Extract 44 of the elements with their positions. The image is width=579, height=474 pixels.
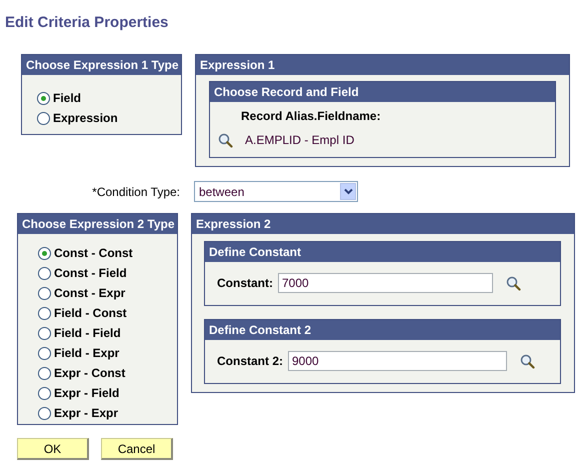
field-value: A.EMPLID - Empl ID xyxy=(245,132,354,149)
field-label: Constant: xyxy=(217,275,273,292)
radio-icon[interactable] xyxy=(38,306,51,320)
panel-header: Choose Expression 1 Type xyxy=(22,55,181,75)
panel-header: Define Constant 2 xyxy=(205,320,560,340)
radio-icon[interactable] xyxy=(38,406,51,420)
radio-option[interactable]: Const - Const xyxy=(38,243,177,263)
page-title: Edit Criteria Properties xyxy=(5,14,170,31)
search-icon[interactable] xyxy=(506,276,521,290)
radio-icon[interactable] xyxy=(38,366,51,380)
radio-option[interactable]: Expr - Const xyxy=(38,363,177,383)
radio-option[interactable]: Field - Expr xyxy=(38,343,177,363)
radio-icon[interactable] xyxy=(38,286,51,300)
field-label: *Condition Type: xyxy=(91,184,180,200)
radio-option[interactable]: Field xyxy=(37,88,181,108)
search-icon[interactable] xyxy=(218,132,233,148)
radio-selected-icon[interactable] xyxy=(37,92,50,104)
field-label: Constant 2: xyxy=(217,353,283,370)
search-icon[interactable] xyxy=(520,354,535,368)
radio-option[interactable]: Const - Field xyxy=(38,263,177,283)
panel-header: Choose Expression 2 Type xyxy=(18,214,177,234)
caret-icon xyxy=(344,188,352,195)
radio-option[interactable]: Const - Expr xyxy=(38,283,177,303)
radio-icon[interactable] xyxy=(38,266,51,280)
condition-type-dropdown[interactable]: between xyxy=(194,181,358,202)
radio-option[interactable]: Field - Const xyxy=(38,303,177,323)
panel-header: Choose Record and Field xyxy=(210,82,555,102)
radio-selected-icon[interactable] xyxy=(38,246,51,260)
panel-header: Expression 1 xyxy=(196,55,569,75)
radio-icon[interactable] xyxy=(37,112,50,124)
radio-option[interactable]: Expression xyxy=(37,108,181,128)
field-label: Record Alias.Fieldname: xyxy=(241,108,382,124)
radio-option[interactable]: Field - Field xyxy=(38,323,177,343)
radio-icon[interactable] xyxy=(38,326,51,340)
radio-icon[interactable] xyxy=(38,386,51,400)
panel-header: Define Constant xyxy=(205,242,560,262)
radio-icon[interactable] xyxy=(38,346,51,360)
constant-input[interactable]: 7000 xyxy=(278,273,493,293)
radio-option[interactable]: Expr - Expr xyxy=(38,403,177,423)
panel-header: Expression 2 xyxy=(192,214,574,234)
dialog-button[interactable]: Cancel xyxy=(101,438,173,460)
radio-option[interactable]: Expr - Field xyxy=(38,383,177,403)
constant-input[interactable]: 9000 xyxy=(288,351,507,371)
dialog-button[interactable]: OK xyxy=(17,438,89,460)
